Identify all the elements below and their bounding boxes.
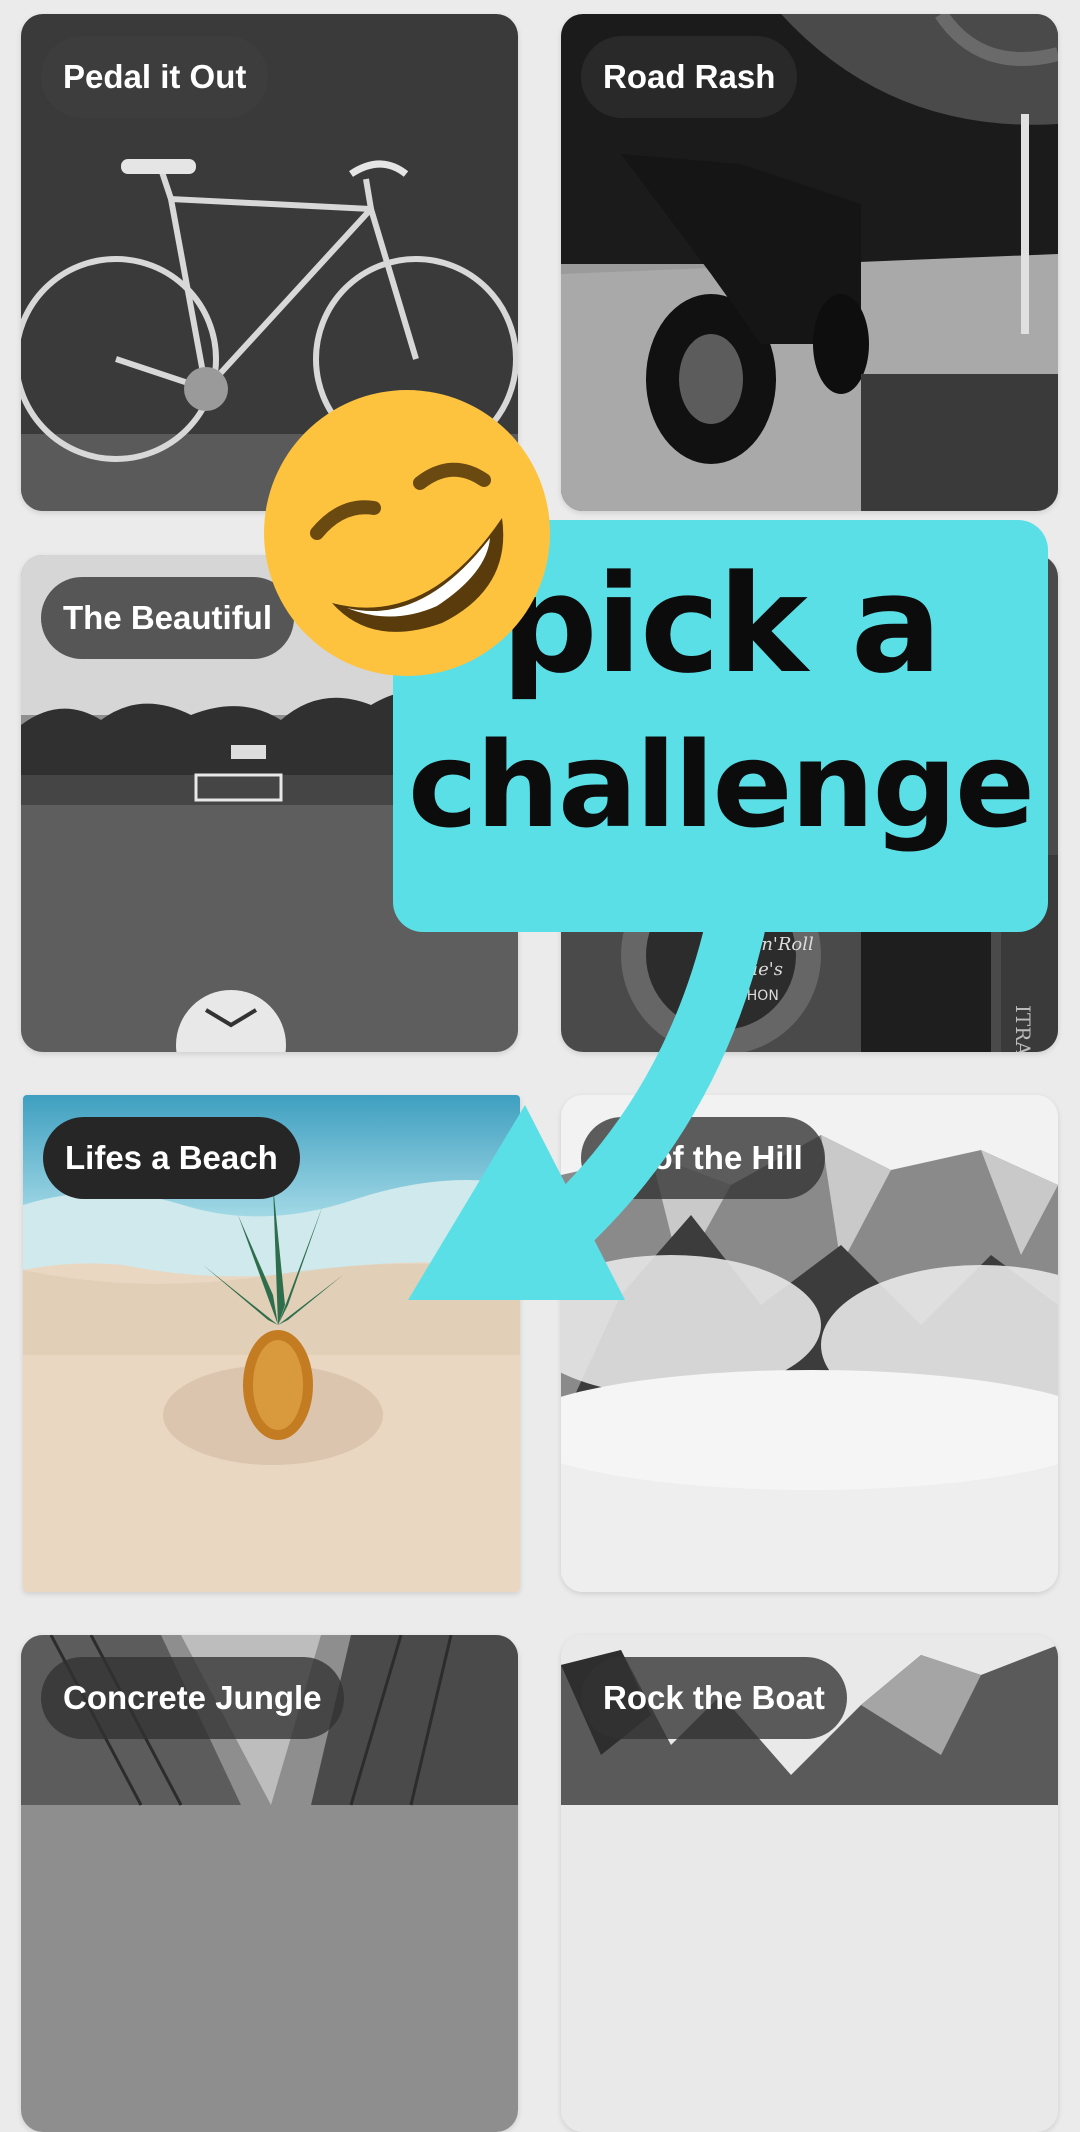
challenge-title: Pedal it Out [41, 36, 269, 118]
challenge-title: Concrete Jungle [41, 1657, 344, 1739]
challenge-title: Lifes a Beach [43, 1117, 300, 1199]
challenge-card-concrete-jungle[interactable]: Concrete Jungle [21, 1635, 518, 2132]
grinning-squinting-face-icon [264, 390, 550, 676]
challenge-card-lifes-a-beach[interactable]: Lifes a Beach [23, 1095, 520, 1592]
medal-line3: ARATHON [711, 988, 779, 1004]
challenge-title: Rock the Boat [581, 1657, 847, 1739]
challenge-card-road-rash[interactable]: Road Rash [561, 14, 1058, 511]
medal-strap-text: ITRA [1011, 1005, 1035, 1052]
medal-line1: Rock'n'Roll [710, 934, 814, 955]
challenge-card-rock-the-boat[interactable]: Rock the Boat [561, 1635, 1058, 2132]
challenge-card-king-of-the-hill[interactable]: ng of the Hill [561, 1095, 1058, 1592]
callout-line-2: challenge [407, 716, 1035, 854]
medal-line2: Lorie's [720, 959, 783, 980]
challenge-title: ng of the Hill [581, 1117, 825, 1199]
challenge-title: Road Rash [581, 36, 798, 118]
challenge-title: The Beautiful [41, 577, 295, 659]
